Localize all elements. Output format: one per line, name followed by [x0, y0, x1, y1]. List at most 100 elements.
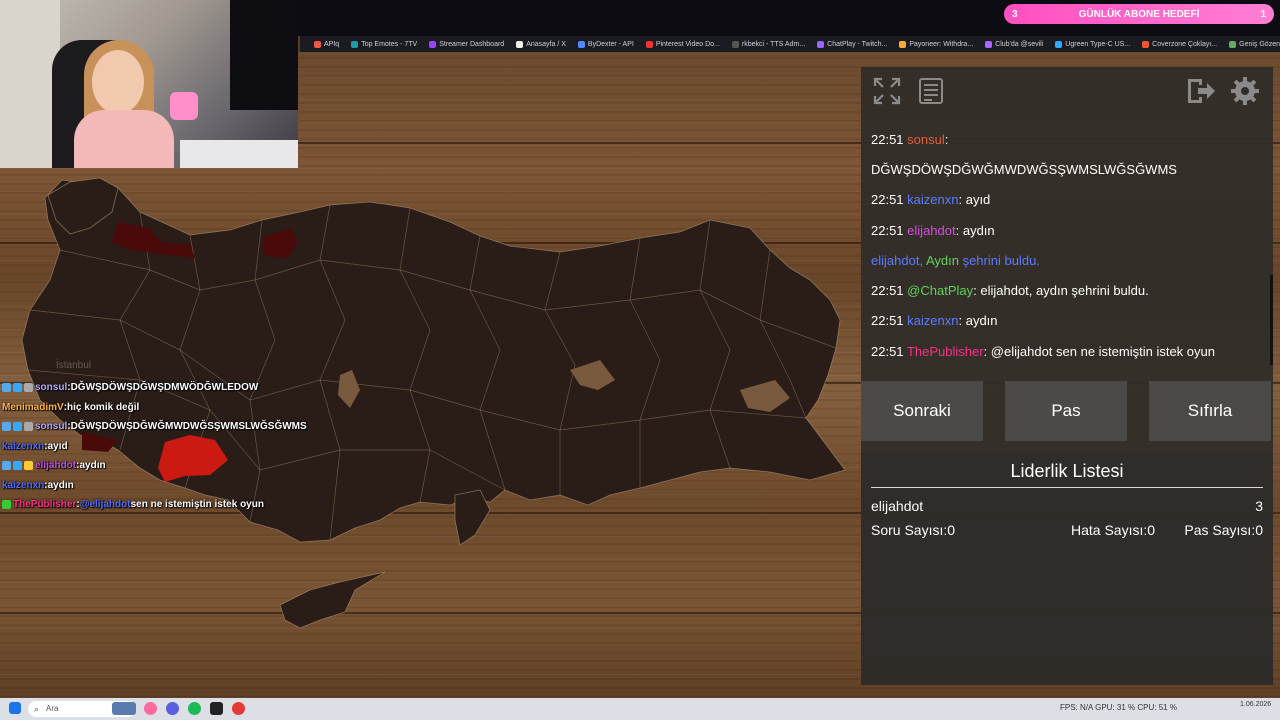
overlay-chat-username: sonsul: [35, 382, 68, 394]
overlay-chat-text: ayıd: [47, 440, 68, 452]
chat-message-time: 22:51: [871, 343, 904, 359]
chat-message-text: elijahdot, aydın şehrini buldu.: [980, 283, 1149, 299]
list-icon[interactable]: [913, 73, 949, 109]
chat-message: 22:51 sonsul:: [871, 125, 1266, 155]
system-message-suffix: şehrini buldu.: [958, 252, 1040, 268]
chat-message-username: kaizenxn: [907, 313, 959, 329]
bookmark-item[interactable]: Pinterest Video Do...: [645, 40, 720, 48]
chat-badge-icon: [2, 422, 11, 432]
overlay-chat-line: MenimadimV : hiç komik değil: [2, 398, 342, 418]
pass-count: Pas Sayısı:0: [1184, 522, 1263, 538]
bookmark-favicon-icon: [1055, 40, 1063, 48]
chat-message-time: 22:51: [871, 283, 904, 299]
chat-system-message: elijahdot, Aydın şehrini buldu.: [871, 246, 1266, 276]
goal-count-right: 1: [1260, 8, 1266, 20]
bookmark-item[interactable]: Streamer Dashboard: [429, 40, 505, 48]
system-clock: 1.06.2026: [1240, 700, 1271, 709]
bookmark-item[interactable]: rkbekci - TTS Adm...: [731, 40, 805, 48]
overlay-chat-text: sen ne istemiştin istek oyun: [130, 499, 264, 511]
overlay-chat-username: elijahdot: [35, 460, 77, 472]
overlay-chat-username: ThePublisher: [13, 499, 77, 511]
system-message-city: Aydın: [925, 252, 959, 268]
app-icon-pink[interactable]: [144, 702, 157, 715]
panel-toolbar: [861, 67, 1273, 115]
bookmark-favicon-icon: [645, 40, 653, 48]
pass-button[interactable]: Pas: [1005, 381, 1127, 441]
bookmark-item[interactable]: Club'da @sevili: [985, 40, 1044, 48]
bookmark-label: Club'da @sevili: [995, 40, 1044, 48]
leaderboard-player: elijahdot: [871, 498, 924, 514]
next-button[interactable]: Sonraki: [861, 381, 983, 441]
bookmark-label: Streamer Dashboard: [439, 40, 505, 48]
windows-start-icon[interactable]: [9, 702, 21, 714]
performance-stats: FPS: N/A GPU: 31 % CPU: 51 %: [1060, 703, 1177, 712]
chat-badge-icon: [24, 422, 33, 432]
error-count: Hata Sayısı:0: [1071, 522, 1156, 538]
spotify-icon[interactable]: [188, 702, 201, 715]
fullscreen-icon[interactable]: [869, 73, 905, 109]
chat-message: 22:51 kaizenxn: aydın: [871, 306, 1266, 336]
overlay-chat-line: sonsul : DĞWŞDÖWŞDĞWĞMWDWĞSŞWMSLWĞSĞWMS: [2, 417, 342, 437]
overlay-chat-line: elijahdot : aydın: [2, 456, 342, 476]
bookmark-item[interactable]: Top Emotes - 7TV: [351, 40, 417, 48]
bookmark-item[interactable]: Geniş Gözenekler...: [1229, 40, 1280, 48]
bookmark-favicon-icon: [1229, 40, 1237, 48]
bookmark-favicon-icon: [817, 40, 825, 48]
action-buttons: Sonraki Pas Sıfırla: [861, 381, 1273, 441]
bookmark-item[interactable]: ByDexter - API: [577, 40, 634, 48]
separator: :: [958, 313, 966, 329]
bookmark-favicon-icon: [351, 40, 359, 48]
overlay-chat-line: ThePublisher : @elijahdot sen ne istemiş…: [2, 495, 342, 515]
obs-icon[interactable]: [210, 702, 223, 715]
chat-badge-icon: [2, 383, 11, 393]
bookmark-label: Geniş Gözenekler...: [1239, 40, 1280, 48]
leaderboard-score: 3: [1255, 498, 1263, 514]
bookmark-label: ByDexter - API: [587, 40, 634, 48]
overlay-chat-username: kaizenxn: [2, 479, 45, 491]
bookmark-label: Coverzone Çoklayı...: [1152, 40, 1218, 48]
chat-scrollbar[interactable]: [1270, 275, 1273, 365]
reset-button[interactable]: Sıfırla: [1149, 381, 1271, 441]
leaderboard-stats: Soru Sayısı:0 Hata Sayısı:0 Pas Sayısı:0: [871, 522, 1263, 538]
exit-icon[interactable]: [1183, 73, 1219, 109]
bookmarks-bar: APIq Top Emotes - 7TV Streamer Dashboard An…: [300, 36, 1280, 52]
gear-icon[interactable]: [1227, 73, 1263, 109]
chat-message-text: DĞWŞDÖWŞDĞWĞMWDWĞSŞWMSLWĞSĞWMS: [871, 161, 1177, 177]
chat-message: 22:51 kaizenxn: ayıd: [871, 185, 1266, 215]
overlay-chat-username: sonsul: [35, 421, 68, 433]
bookmark-item[interactable]: Anasayfa / X: [516, 40, 566, 48]
bookmark-favicon-icon: [429, 40, 437, 48]
question-count: Soru Sayısı:0: [871, 522, 956, 538]
chat-message-username: sonsul: [907, 131, 945, 147]
app-icon-red[interactable]: [232, 702, 245, 715]
bookmark-item[interactable]: Payoneer: Withdra...: [899, 40, 973, 48]
chat-badge-icon: [13, 461, 22, 471]
chat-messages: 22:51 sonsul: DĞWŞDÖWŞDĞWĞMWDWĞSŞWMSLWĞS…: [861, 115, 1273, 367]
news-widget-icon[interactable]: [112, 702, 136, 715]
microphone: [170, 92, 198, 120]
separator: :: [958, 192, 966, 208]
chat-message-username: ThePublisher: [906, 343, 984, 359]
istanbul-map-label: İstanbul: [56, 360, 92, 371]
chat-message: DĞWŞDÖWŞDĞWĞMWDWĞSŞWMSLWĞSĞWMS: [871, 155, 1266, 185]
discord-icon[interactable]: [166, 702, 179, 715]
bookmark-item[interactable]: APIq: [314, 40, 339, 48]
bookmark-label: ChatPlay - Twitch...: [827, 40, 888, 48]
chat-message-time: 22:51: [871, 131, 904, 147]
bookmark-favicon-icon: [731, 40, 739, 48]
goal-label: GÜNLÜK ABONE HEDEFİ: [1078, 8, 1200, 20]
bookmark-favicon-icon: [985, 40, 993, 48]
overlay-chat-line: kaizenxn : aydın: [2, 476, 342, 496]
chat-badge-icon: [2, 461, 11, 471]
chat-badge-icon: [2, 500, 11, 510]
separator: :: [955, 222, 963, 238]
chat-message: 22:51 @ChatPlay: elijahdot, aydın şehrin…: [871, 276, 1266, 306]
chat-badge-icon: [13, 383, 22, 393]
bookmark-item[interactable]: ChatPlay - Twitch...: [817, 40, 888, 48]
bookmark-favicon-icon: [516, 40, 524, 48]
bookmark-item[interactable]: Coverzone Çoklayı...: [1142, 40, 1218, 48]
overlay-chat: sonsul : DĞWŞDÖWŞDĞWŞDMWÖDĞWLEDOW Menimad…: [2, 378, 342, 515]
chat-message-text: aydın: [962, 222, 995, 238]
bookmark-item[interactable]: Ugreen Type-C US...: [1055, 40, 1130, 48]
bookmark-favicon-icon: [577, 40, 585, 48]
